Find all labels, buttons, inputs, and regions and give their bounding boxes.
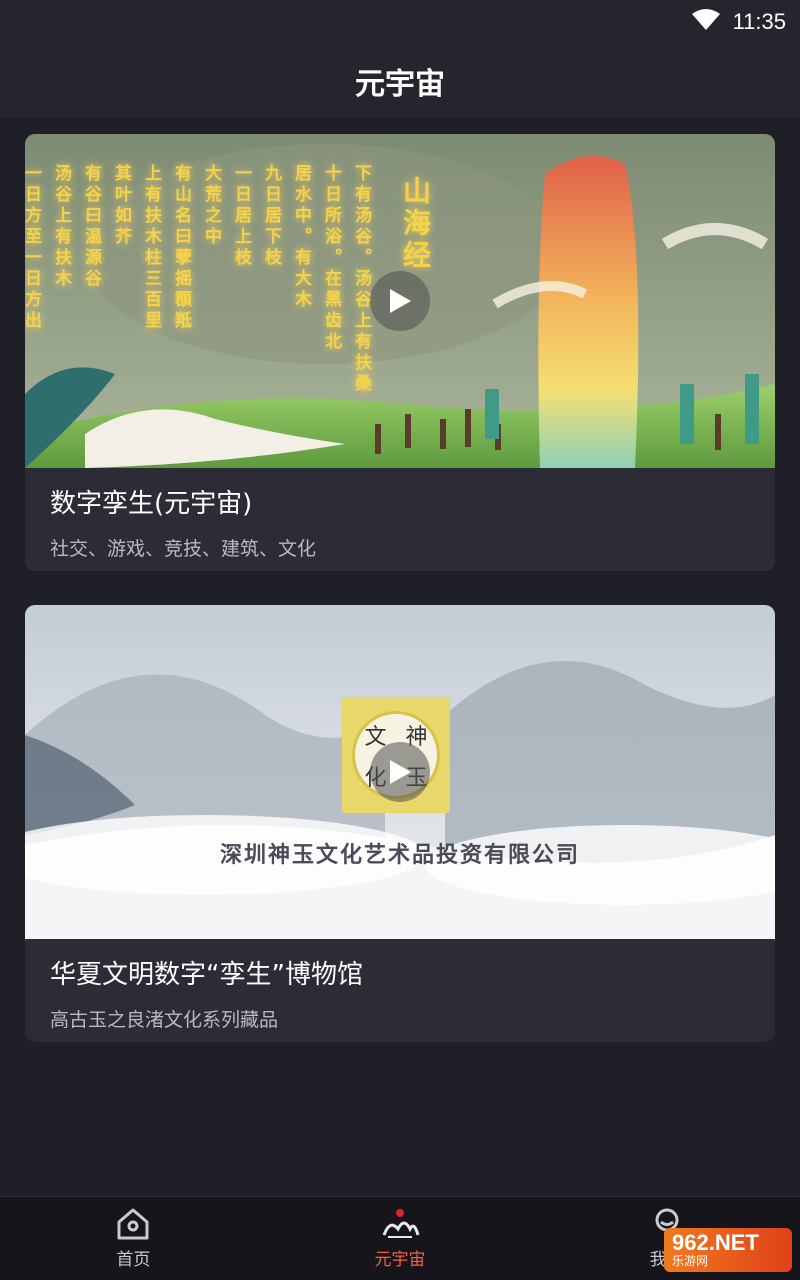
overlay-verse: 上有扶木柱三百里 bbox=[141, 164, 161, 332]
overlay-verse: 一日方至一日方出 bbox=[25, 164, 41, 332]
overlay-verse: 汤谷上有扶木 bbox=[51, 164, 71, 290]
play-icon bbox=[390, 760, 411, 784]
play-button[interactable] bbox=[370, 271, 430, 331]
play-icon bbox=[390, 289, 411, 313]
nav-label: 首页 bbox=[116, 1250, 151, 1270]
card-title: 数字孪生(元宇宙) bbox=[50, 489, 253, 519]
overlay-verse: 其叶如芥 bbox=[111, 164, 131, 248]
overlay-verse: 下有汤谷。汤谷上有扶桑 bbox=[351, 164, 371, 395]
nav-item-metaverse[interactable]: 元宇宙 bbox=[300, 1207, 500, 1270]
overlay-verse: 一日居上枝 bbox=[231, 164, 251, 269]
home-icon bbox=[117, 1208, 149, 1240]
overlay-verse: 大荒之中 bbox=[201, 164, 221, 248]
video-card[interactable]: 文 神 化 玉 深圳神玉文化艺术品投资有限公司 华夏文明数字“孪生”博物馆 高古… bbox=[25, 605, 775, 1042]
metaverse-logo-icon bbox=[382, 1209, 420, 1238]
watermark-text: 962.NET bbox=[672, 1230, 759, 1255]
nav-item-home[interactable]: 首页 bbox=[33, 1207, 233, 1270]
overlay-title: 山海经 bbox=[399, 176, 432, 272]
card-title: 华夏文明数字“孪生”博物馆 bbox=[50, 960, 363, 990]
watermark-subtext: 乐游网 bbox=[672, 1254, 709, 1268]
app-bar: 元宇宙 bbox=[0, 44, 800, 118]
video-thumbnail[interactable]: 山海经 下有汤谷。汤谷上有扶桑 十日所浴。在黑齿北 居水中。有大木 九日居下枝 … bbox=[25, 134, 775, 468]
overlay-verse: 居水中。有大木 bbox=[291, 164, 311, 311]
watermark-badge: 962.NET 乐游网 bbox=[664, 1228, 792, 1272]
status-time: 11:35 bbox=[732, 9, 786, 34]
video-card[interactable]: 山海经 下有汤谷。汤谷上有扶桑 十日所浴。在黑齿北 居水中。有大木 九日居下枝 … bbox=[25, 134, 775, 571]
status-bar: 11:35 bbox=[0, 0, 800, 44]
card-subtitle: 高古玉之良渚文化系列藏品 bbox=[50, 1009, 279, 1031]
nav-label: 元宇宙 bbox=[374, 1250, 426, 1270]
overlay-verse: 十日所浴。在黑齿北 bbox=[321, 164, 341, 353]
play-button[interactable] bbox=[370, 742, 430, 802]
company-name: 深圳神玉文化艺术品投资有限公司 bbox=[219, 842, 580, 868]
video-thumbnail[interactable]: 文 神 化 玉 深圳神玉文化艺术品投资有限公司 bbox=[25, 605, 775, 939]
wifi-icon bbox=[691, 8, 721, 36]
card-subtitle: 社交、游戏、竞技、建筑、文化 bbox=[50, 538, 317, 560]
overlay-verse: 有谷曰温源谷 bbox=[81, 164, 101, 290]
overlay-verse: 有山名曰孽摇頵羝 bbox=[171, 164, 191, 332]
overlay-verse: 九日居下枝 bbox=[261, 164, 281, 269]
page-title: 元宇宙 bbox=[355, 67, 445, 102]
